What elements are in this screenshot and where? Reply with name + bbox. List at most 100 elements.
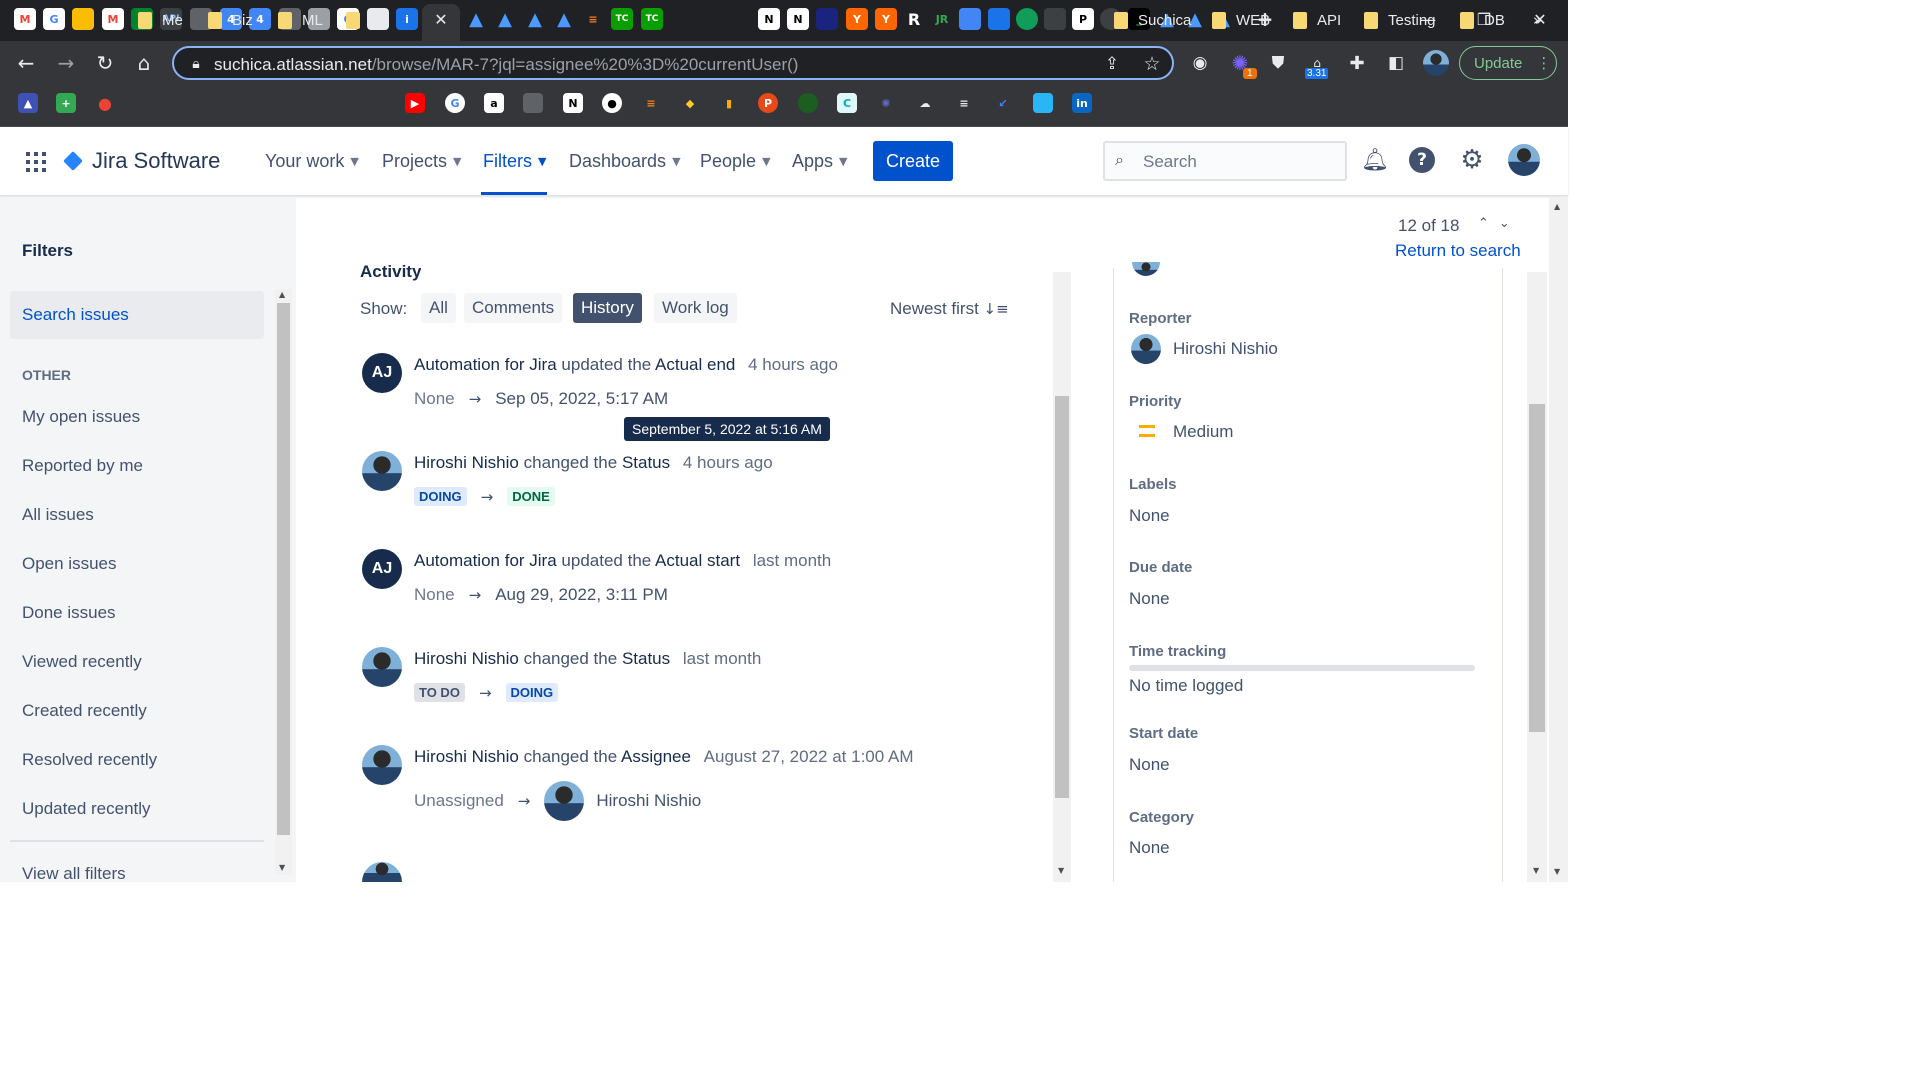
avatar[interactable]	[362, 745, 402, 785]
store-bookmark-icon[interactable]	[523, 93, 543, 113]
time-tracking-value[interactable]: No time logged	[1129, 676, 1243, 696]
user-avatar[interactable]	[1508, 144, 1540, 176]
jira-tab-icon[interactable]: ▲	[553, 8, 575, 30]
google-tab-icon[interactable]: G	[43, 8, 65, 30]
filter-worklog-button[interactable]: Work log	[654, 293, 737, 323]
share-icon[interactable]: ⇪	[1100, 52, 1124, 76]
lines-bookmark-icon[interactable]: ≡	[954, 93, 974, 113]
avatar[interactable]: AJ	[362, 549, 402, 589]
sheets-bookmark-icon[interactable]: +	[56, 93, 76, 113]
bookmark-db[interactable]: DB	[1460, 10, 1505, 30]
timestamp[interactable]: 4 hours ago	[683, 453, 773, 472]
search-input[interactable]: ⌕ Search	[1103, 141, 1347, 181]
profile-avatar[interactable]	[1423, 50, 1449, 76]
back-icon[interactable]: ←	[14, 51, 38, 75]
bookmark-me[interactable]: Me	[138, 10, 183, 30]
forward-icon[interactable]: →	[54, 51, 78, 75]
bookmark-suchica[interactable]: Suchica	[1114, 10, 1191, 30]
filter-comments-button[interactable]: Comments	[464, 293, 563, 323]
site-tab-icon[interactable]	[670, 8, 692, 30]
home-icon[interactable]: ⌂	[132, 51, 156, 75]
robot-bookmark-icon[interactable]	[1033, 93, 1053, 113]
due-date-value[interactable]: None	[1129, 589, 1170, 609]
scroll-up-icon[interactable]: ▲	[1554, 202, 1560, 211]
google-bookmark-icon[interactable]: G	[445, 93, 465, 113]
close-tab-icon[interactable]: ✕	[430, 8, 452, 30]
actor-name[interactable]: Hiroshi Nishio	[414, 649, 519, 668]
help-icon[interactable]: ?	[1409, 147, 1435, 173]
more-bookmarks-icon[interactable]: »	[1533, 10, 1542, 30]
scroll-down-icon[interactable]: ▼	[1533, 866, 1539, 875]
labels-value[interactable]: None	[1129, 506, 1170, 526]
actor-name[interactable]: Hiroshi Nishio	[414, 747, 519, 766]
scroll-down-icon[interactable]: ▼	[1554, 867, 1560, 876]
sidebar-item-my-open-issues[interactable]: My open issues	[22, 407, 140, 427]
details-scroll-thumb[interactable]	[1529, 404, 1545, 732]
timestamp[interactable]: last month	[683, 649, 761, 668]
linkedin-bookmark-icon[interactable]: in	[1072, 93, 1092, 113]
bookmark-ml[interactable]: ML	[278, 10, 323, 30]
notifications-icon[interactable]: 🔔︎	[1360, 145, 1390, 175]
address-url[interactable]: suchica.atlassian.net/browse/MAR-7?jql=a…	[214, 55, 798, 75]
bookmark-web[interactable]: WEB	[1212, 10, 1270, 30]
sort-order-button[interactable]: Newest first ↓≡	[890, 299, 1009, 319]
filter-all-button[interactable]: All	[421, 293, 456, 323]
arrow-bookmark-icon[interactable]: ↙	[993, 93, 1013, 113]
sidebar-item-updated-recently[interactable]: Updated recently	[22, 799, 151, 819]
analytics-bookmark-icon[interactable]: ▮	[719, 93, 739, 113]
avatar[interactable]	[362, 647, 402, 687]
nav-your-work[interactable]: Your work ▼	[265, 151, 359, 172]
scroll-up-icon[interactable]: ▲	[279, 290, 285, 299]
sidebar-item-search-issues[interactable]: Search issues	[10, 291, 264, 339]
reload-icon[interactable]: ↻	[93, 51, 117, 75]
amazon-bookmark-icon[interactable]: a	[484, 93, 504, 113]
site-tab-icon[interactable]	[1016, 8, 1038, 30]
page-scrollbar[interactable]: ▲ ▼	[1549, 197, 1568, 882]
stackoverflow-bookmark-icon[interactable]: ≡	[641, 93, 661, 113]
site-tab-icon[interactable]	[729, 8, 751, 30]
c-bookmark-icon[interactable]: C	[837, 93, 857, 113]
gmail-tab-icon[interactable]: M	[14, 8, 36, 30]
nav-projects[interactable]: Projects ▼	[382, 151, 462, 172]
side-panel-icon[interactable]: ◧	[1384, 51, 1408, 75]
shield-extension-icon[interactable]: ⛊	[1266, 51, 1290, 75]
jira-tab-icon[interactable]: ▲	[465, 8, 487, 30]
avatar[interactable]	[544, 781, 585, 821]
address-bar[interactable]: 🔒︎ suchica.atlassian.net/browse/MAR-7?jq…	[172, 46, 1174, 80]
p-bookmark-icon[interactable]: P	[758, 93, 778, 113]
nav-apps[interactable]: Apps ▼	[792, 151, 848, 172]
notion-tab-icon[interactable]: N	[787, 8, 809, 30]
view-all-filters-link[interactable]: View all filters	[22, 864, 126, 882]
sidebar-item-done-issues[interactable]: Done issues	[22, 603, 116, 623]
nav-people[interactable]: People ▼	[700, 151, 771, 172]
jira-tab-icon[interactable]: ▲	[524, 8, 546, 30]
update-button[interactable]: Update ⋮	[1459, 46, 1557, 80]
notion-tab-icon[interactable]: N	[758, 8, 780, 30]
gmail-tab-icon[interactable]: M	[102, 8, 124, 30]
details-scrollbar[interactable]: ▼	[1527, 272, 1547, 882]
site-tab-icon[interactable]: R	[903, 8, 925, 30]
stackoverflow-tab-icon[interactable]: ≡	[582, 8, 604, 30]
youtube-bookmark-icon[interactable]: ▶	[405, 93, 425, 113]
activity-scroll-thumb[interactable]	[1055, 396, 1069, 798]
settings-gear-icon[interactable]: ⚙	[1457, 145, 1487, 175]
cloud-bookmark-icon[interactable]: ☁	[915, 93, 935, 113]
avatar[interactable]: AJ	[362, 353, 402, 393]
filter-history-button[interactable]: History	[573, 293, 642, 323]
bookmark-it[interactable]: IT	[346, 10, 383, 30]
bookmark-biz[interactable]: Biz	[208, 10, 253, 30]
maps-bookmark-icon[interactable]: ●	[95, 93, 115, 113]
timestamp[interactable]: August 27, 2022 at 1:00 AM	[704, 747, 914, 766]
notion-bookmark-icon[interactable]: N	[563, 93, 583, 113]
jira-logo[interactable]: Jira Software	[63, 148, 220, 174]
site-tab-icon[interactable]	[1044, 8, 1066, 30]
circle-bookmark-icon[interactable]	[798, 93, 818, 113]
site-tab-icon[interactable]: P	[1072, 8, 1094, 30]
previous-issue-icon[interactable]: ⌃	[1478, 216, 1499, 231]
info-tab-icon[interactable]: i	[396, 8, 418, 30]
actor-name[interactable]: Hiroshi Nishio	[414, 453, 519, 472]
ycombinator-tab-icon[interactable]: Y	[875, 8, 897, 30]
sidebar-item-open-issues[interactable]: Open issues	[22, 554, 117, 574]
bookmark-testing[interactable]: Testing	[1364, 10, 1436, 30]
actor-name[interactable]: Automation for Jira	[414, 551, 557, 570]
